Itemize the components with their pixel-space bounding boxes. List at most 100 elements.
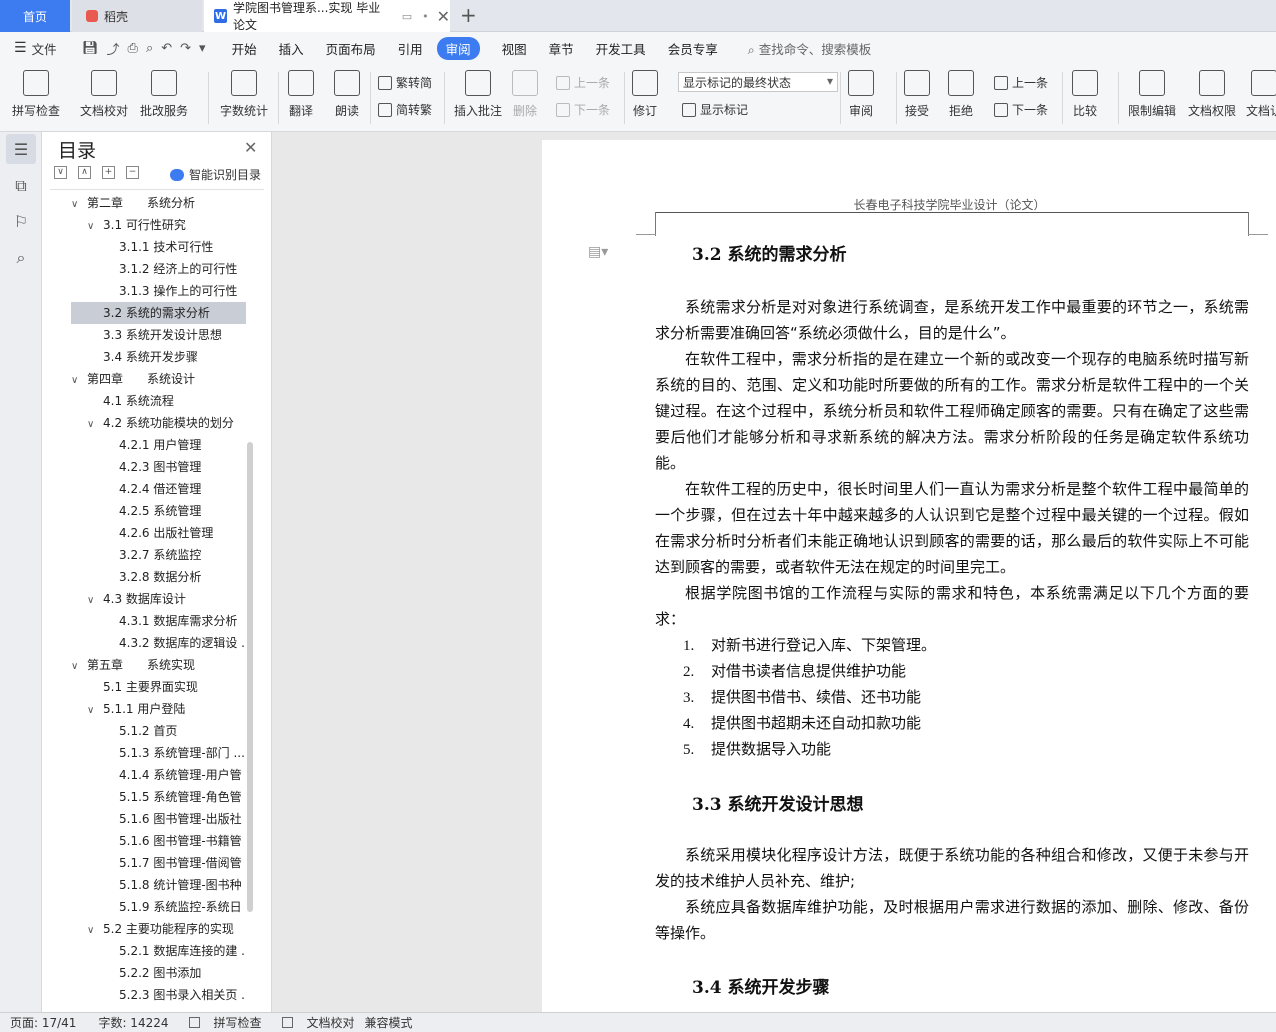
reject-button[interactable]: 拒绝 (948, 70, 974, 119)
undo-icon[interactable]: ↶ (161, 41, 172, 56)
toc-item[interactable]: ∨ 4.2 系统功能模块的划分 (71, 412, 246, 434)
toc-item[interactable]: 3.1.2 经济上的可行性 (71, 258, 246, 280)
toc-scrollbar[interactable] (247, 442, 253, 912)
remove-level-icon[interactable]: − (126, 166, 139, 179)
chevron-down-icon[interactable]: ∨ (71, 656, 87, 676)
toc-item[interactable]: 5.1 主要界面实现 (71, 676, 246, 698)
toc-item[interactable]: 3.2.7 系统监控 (71, 544, 246, 566)
menu-insert[interactable]: 插入 (279, 39, 304, 58)
toc-item[interactable]: 3.4 系统开发步骤 (71, 346, 246, 368)
toc-item[interactable]: 3.1.1 技术可行性 (71, 236, 246, 258)
chapter-icon[interactable]: ⧉ (11, 176, 31, 196)
menu-start[interactable]: 开始 (232, 39, 257, 58)
translate-button[interactable]: 翻译 (288, 70, 314, 119)
find-icon[interactable]: ⌕ (11, 248, 31, 268)
spellcheck-button[interactable]: 拼写检查 (12, 70, 60, 119)
toc-item[interactable]: ∨ 5.1.1 用户登陆 (71, 698, 246, 720)
more-icon[interactable]: ▾ (199, 41, 206, 56)
word-count[interactable]: 字数: 14224 (98, 1014, 168, 1031)
paragraph-menu-icon[interactable]: ▤▾ (588, 244, 608, 260)
save-icon[interactable]: 💾︎ (82, 41, 99, 56)
toc-item[interactable]: 5.1.7 图书管理-借阅管 ... (71, 852, 246, 874)
revise-button[interactable]: 修订 (632, 70, 658, 119)
toc-item[interactable]: ∨ 5.2 主要功能程序的实现 (71, 918, 246, 940)
toc-item[interactable]: 5.1.9 系统监控-系统日 ... (71, 896, 246, 918)
menu-member[interactable]: 会员专享 (668, 39, 718, 58)
menu-chapter[interactable]: 章节 (549, 39, 574, 58)
batch-service-button[interactable]: 批改服务 (140, 70, 188, 119)
toc-item[interactable]: 3.2 系统的需求分析 (71, 302, 246, 324)
toc-item[interactable]: 5.1.3 系统管理-部门 ... (71, 742, 246, 764)
review-pane-button[interactable]: 审阅 (848, 70, 874, 119)
toc-item[interactable]: 3.2.8 数据分析 (71, 566, 246, 588)
screen-icon[interactable]: ▭ (402, 10, 412, 23)
toc-item[interactable]: 4.2.5 系统管理 (71, 500, 246, 522)
bookmark-icon[interactable]: ⚐ (11, 212, 31, 232)
doc-permission-button[interactable]: 文档权限 (1188, 70, 1236, 119)
menu-reference[interactable]: 引用 (398, 39, 423, 58)
accept-button[interactable]: 接受 (904, 70, 930, 119)
toc-item[interactable]: 3.1.3 操作上的可行性 (71, 280, 246, 302)
word-count-button[interactable]: 字数统计 (220, 70, 268, 119)
proof-toggle[interactable]: 文档校对 (272, 1014, 355, 1031)
toc-item[interactable]: 4.2.6 出版社管理 (71, 522, 246, 544)
markup-state-select[interactable]: 显示标记的最终状态 (678, 72, 838, 92)
toc-item[interactable]: 4.1 系统流程 (71, 390, 246, 412)
doc-cert-button[interactable]: 文档认 (1246, 70, 1276, 119)
delete-comment-button[interactable]: 删除 (512, 70, 538, 119)
doc-proof-button[interactable]: 文档校对 (80, 70, 128, 119)
toc-item[interactable]: 5.2.1 数据库连接的建 ... (71, 940, 246, 962)
chevron-down-icon[interactable]: ∨ (87, 216, 103, 236)
toc-item[interactable]: ∨ 第四章 系统设计 (71, 368, 246, 390)
compare-button[interactable]: 比较 (1072, 70, 1098, 119)
toc-item[interactable]: 5.1.2 首页 (71, 720, 246, 742)
new-tab-button[interactable]: + (460, 3, 477, 27)
toc-item[interactable]: ∨ 4.3 数据库设计 (71, 588, 246, 610)
restrict-edit-button[interactable]: 限制编辑 (1128, 70, 1176, 119)
menu-review[interactable]: 审阅 (436, 36, 480, 60)
read-aloud-button[interactable]: 朗读 (334, 70, 360, 119)
toc-item[interactable]: 4.1.4 系统管理-用户管 ... (71, 764, 246, 786)
chevron-down-icon[interactable]: ∨ (87, 590, 103, 610)
toc-item[interactable]: 4.2.1 用户管理 (71, 434, 246, 456)
toc-item[interactable]: 4.2.3 图书管理 (71, 456, 246, 478)
chevron-down-icon[interactable]: ∨ (71, 370, 87, 390)
close-tab-icon[interactable]: ✕ (437, 7, 450, 26)
redo-icon[interactable]: ↷ (180, 41, 191, 56)
collapse-all-icon[interactable]: ∨ (54, 166, 67, 179)
page-indicator[interactable]: 页面: 17/41 (10, 1014, 76, 1031)
chevron-down-icon[interactable]: ∨ (87, 920, 103, 940)
toc-icon[interactable]: ☰ (11, 140, 31, 160)
insert-comment-button[interactable]: 插入批注 (454, 70, 502, 119)
close-panel-icon[interactable]: ✕ (244, 138, 257, 157)
command-search[interactable]: ⌕ 查找命令、搜索模板 (748, 39, 872, 58)
chevron-down-icon[interactable]: ∨ (71, 194, 87, 214)
prev-comment-button[interactable]: 上一条 (556, 74, 610, 91)
toc-item[interactable]: 5.2.3 图书录入相关页 ... (71, 984, 246, 1006)
output-icon[interactable]: ⤴ (107, 39, 120, 58)
expand-all-icon[interactable]: ∧ (78, 166, 91, 179)
spellcheck-toggle[interactable]: 拼写检查 (179, 1014, 262, 1031)
chevron-down-icon[interactable]: ∨ (87, 414, 103, 434)
prev-change-button[interactable]: 上一条 (994, 74, 1048, 91)
next-comment-button[interactable]: 下一条 (556, 101, 610, 118)
toc-item[interactable]: 4.3.1 数据库需求分析 (71, 610, 246, 632)
toc-item[interactable]: 5.1.5 系统管理-角色管 ... (71, 786, 246, 808)
toc-item[interactable]: 5.1.6 图书管理-出版社 ... (71, 808, 246, 830)
simp-to-trad-button[interactable]: 简转繁 (378, 101, 432, 118)
menu-devtools[interactable]: 开发工具 (596, 39, 646, 58)
add-level-icon[interactable]: + (102, 166, 115, 179)
file-menu[interactable]: ☰ 文件 (0, 39, 78, 58)
toc-item[interactable]: 5.1.6 图书管理-书籍管 ... (71, 830, 246, 852)
toc-item[interactable]: 5.2.2 图书添加 (71, 962, 246, 984)
smart-toc-button[interactable]: 智能识别目录 (170, 166, 261, 183)
toc-item[interactable]: ∨ 第二章 系统分析 (71, 192, 246, 214)
document-page[interactable]: 长春电子科技学院毕业设计（论文） ▤▾ 3.2 系统的需求分析 系统需求分析是对… (542, 140, 1276, 1012)
menu-layout[interactable]: 页面布局 (326, 39, 376, 58)
print-icon[interactable]: ⎙ (128, 41, 138, 56)
chevron-down-icon[interactable]: ∨ (87, 700, 103, 720)
show-markup-button[interactable]: 显示标记 (682, 101, 748, 118)
tab-home[interactable]: 首页 (0, 0, 70, 32)
toc-item[interactable]: ∨ 第五章 系统实现 (71, 654, 246, 676)
menu-view[interactable]: 视图 (502, 39, 527, 58)
